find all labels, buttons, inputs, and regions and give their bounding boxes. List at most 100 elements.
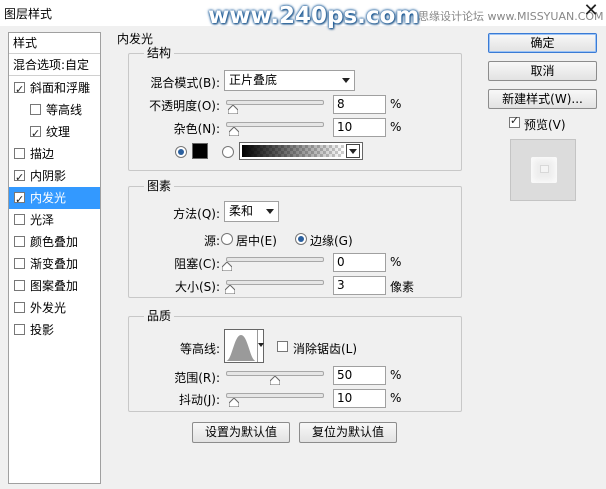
style-item[interactable]: 渐变叠加 <box>9 253 100 275</box>
styles-header: 样式 <box>9 33 100 54</box>
style-item-checkbox[interactable] <box>30 104 41 115</box>
style-item[interactable]: 光泽 <box>9 209 100 231</box>
chevron-down-icon <box>342 78 350 83</box>
elements-title: 图素 <box>144 179 175 193</box>
source-edge-label: 边缘(G) <box>310 234 353 248</box>
style-item-label: 光泽 <box>30 213 55 227</box>
style-item[interactable]: 投影 <box>9 319 100 341</box>
antialias-checkbox[interactable] <box>277 341 288 352</box>
opacity-label: 不透明度(O): <box>149 99 220 113</box>
choke-unit: % <box>390 255 402 269</box>
style-preview <box>510 139 576 201</box>
size-input[interactable]: 3 <box>333 276 386 295</box>
style-item-checkbox[interactable] <box>14 189 25 211</box>
choke-input[interactable]: 0 <box>333 253 386 272</box>
style-item-label: 外发光 <box>30 301 67 315</box>
style-item-label: 颜色叠加 <box>30 235 79 249</box>
source-edge-radio[interactable] <box>295 233 307 245</box>
styles-list: 样式 混合选项:自定 斜面和浮雕等高线纹理描边内阴影内发光光泽颜色叠加渐变叠加图… <box>8 32 101 484</box>
new-style-button[interactable]: 新建样式(W)... <box>488 89 597 109</box>
opacity-slider[interactable] <box>226 100 324 105</box>
gradient-picker[interactable] <box>239 142 363 160</box>
style-item-label: 等高线 <box>46 103 83 117</box>
opacity-slider-thumb[interactable] <box>228 105 238 114</box>
solid-color-radio[interactable] <box>175 146 187 158</box>
style-item[interactable]: 斜面和浮雕 <box>9 77 100 101</box>
contour-picker[interactable] <box>224 329 264 363</box>
style-item[interactable]: 图案叠加 <box>9 275 100 297</box>
opacity-input[interactable]: 8 <box>333 95 386 114</box>
quality-title: 品质 <box>144 309 175 323</box>
style-item-checkbox[interactable] <box>14 258 25 269</box>
jitter-slider[interactable] <box>226 393 324 398</box>
blend-mode-label: 混合模式(B): <box>150 76 220 90</box>
close-icon[interactable]: ✕ <box>578 0 604 22</box>
watermark-main: www.240ps.com <box>208 3 420 29</box>
style-item-checkbox[interactable] <box>14 236 25 247</box>
style-item-label: 描边 <box>30 147 55 161</box>
glow-color-swatch[interactable] <box>192 143 208 159</box>
jitter-slider-thumb[interactable] <box>229 398 239 407</box>
choke-slider-thumb[interactable] <box>222 262 232 271</box>
ok-button[interactable]: 确定 <box>488 33 597 53</box>
source-label: 源: <box>203 234 220 248</box>
gradient-radio[interactable] <box>222 146 234 158</box>
preview-label: 预览(V) <box>524 118 566 132</box>
style-item[interactable]: 内发光 <box>9 187 100 211</box>
style-item-label: 纹理 <box>46 125 71 139</box>
opacity-unit: % <box>390 97 402 111</box>
style-item[interactable]: 外发光 <box>9 297 100 319</box>
style-item-checkbox[interactable] <box>14 280 25 291</box>
style-item-checkbox[interactable] <box>14 167 25 189</box>
noise-unit: % <box>390 120 402 134</box>
blend-mode-select[interactable]: 正片叠底 <box>224 70 355 91</box>
preview-checkbox[interactable] <box>509 114 520 128</box>
blend-options-item[interactable]: 混合选项:自定 <box>9 55 100 76</box>
style-item-label: 内阴影 <box>30 169 67 183</box>
method-label: 方法(Q): <box>173 207 220 221</box>
style-item-checkbox[interactable] <box>14 302 25 313</box>
style-item-checkbox[interactable] <box>14 148 25 159</box>
style-item-label: 斜面和浮雕 <box>30 81 91 95</box>
style-item-checkbox[interactable] <box>14 324 25 335</box>
make-default-button[interactable]: 设置为默认值 <box>192 422 290 443</box>
jitter-label: 抖动(J): <box>179 393 220 407</box>
style-item-checkbox[interactable] <box>30 123 41 145</box>
style-item-label: 内发光 <box>30 191 67 205</box>
style-item[interactable]: 等高线 <box>9 99 100 121</box>
style-item[interactable]: 描边 <box>9 143 100 165</box>
noise-label: 杂色(N): <box>173 122 220 136</box>
size-unit: 像素 <box>390 280 415 294</box>
source-center-label: 居中(E) <box>236 234 277 248</box>
noise-slider[interactable] <box>226 122 324 127</box>
size-slider-thumb[interactable] <box>225 285 235 294</box>
style-item[interactable]: 内阴影 <box>9 165 100 189</box>
cancel-button[interactable]: 取消 <box>488 61 597 81</box>
noise-input[interactable]: 10 <box>333 118 386 137</box>
range-input[interactable]: 50 <box>333 366 386 385</box>
style-item[interactable]: 颜色叠加 <box>9 231 100 253</box>
choke-label: 阻塞(C): <box>174 257 220 271</box>
jitter-unit: % <box>390 391 402 405</box>
antialias-label: 消除锯齿(L) <box>293 342 358 356</box>
method-select[interactable]: 柔和 <box>224 201 279 222</box>
jitter-input[interactable]: 10 <box>333 389 386 408</box>
size-slider[interactable] <box>226 280 324 285</box>
reset-default-button[interactable]: 复位为默认值 <box>299 422 397 443</box>
preview-swatch-center <box>540 165 549 173</box>
title-bar: 图层样式 www.240ps.com 思缘设计论坛 www.MISSYUAN.C… <box>0 0 606 29</box>
source-center-radio[interactable] <box>221 233 233 245</box>
style-item-label: 投影 <box>30 323 55 337</box>
noise-slider-thumb[interactable] <box>229 127 239 136</box>
chevron-down-icon <box>349 149 357 154</box>
watermark-corner: 思缘设计论坛 www.MISSYUAN.COM <box>418 10 604 23</box>
method-value: 柔和 <box>229 204 254 218</box>
choke-slider[interactable] <box>226 257 324 262</box>
range-unit: % <box>390 368 402 382</box>
range-slider-thumb[interactable] <box>270 376 280 385</box>
gradient-dropdown[interactable] <box>346 144 360 158</box>
style-item-checkbox[interactable] <box>14 214 25 225</box>
contour-dropdown[interactable] <box>257 330 264 362</box>
style-item-checkbox[interactable] <box>14 79 25 101</box>
style-item[interactable]: 纹理 <box>9 121 100 145</box>
